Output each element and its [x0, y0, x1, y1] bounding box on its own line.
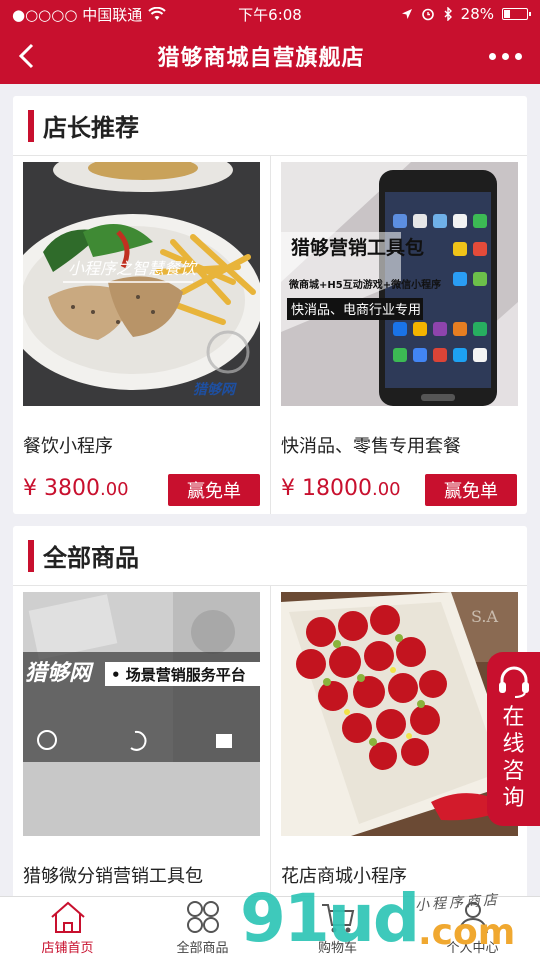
more-dot-icon — [488, 52, 496, 60]
section-accent-bar — [28, 109, 34, 142]
tab-label: 购物车 — [317, 941, 357, 956]
product-card[interactable]: 小程序之智慧餐饮 猎够网 餐饮小程序 ¥ 3800.00 赢免单 — [13, 156, 270, 514]
win-free-button[interactable]: 赢免单 — [425, 474, 517, 506]
product-image-toolkit[interactable]: 猎够营销工具包 微商城+H5互动游戏+微信小程序 快消品、电商行业专用 — [281, 162, 518, 406]
user-icon — [457, 902, 488, 934]
product-card[interactable]: 猎够营销工具包 微商城+H5互动游戏+微信小程序 快消品、电商行业专用 快消品、… — [270, 156, 527, 514]
online-consult-button[interactable]: 在线咨询 — [487, 652, 540, 826]
tab-label: 店铺首页 — [41, 941, 94, 956]
nav-bar: 猎够商城自营旗舰店 — [0, 28, 540, 84]
product-name: 快消品、零售专用套餐 — [281, 436, 461, 457]
recommend-section: 店长推荐 小程序之智慧餐饮 猎够网 餐饮小程序 ¥ 3800.00 赢免单 猎够… — [13, 96, 527, 514]
image-slogan: • 场景营销服务平台 — [111, 666, 246, 684]
image-title: 猎够营销工具包 — [291, 236, 424, 259]
headset-icon — [498, 666, 529, 698]
product-price: ¥ 3800.00 — [23, 476, 129, 501]
tab-label: 全部商品 — [176, 941, 229, 956]
product-price: ¥ 18000.00 — [281, 476, 401, 501]
image-tagline: 快消品、电商行业专用 — [291, 303, 421, 318]
product-name: 猎够微分销营销工具包 — [23, 866, 203, 887]
battery-percent: 28% — [460, 5, 494, 23]
product-image-marketing[interactable]: 猎够网 • 场景营销服务平台 — [23, 592, 260, 836]
more-dot-icon — [514, 52, 522, 60]
price-integer: 3800 — [44, 476, 100, 501]
section-title: 店长推荐 — [43, 114, 139, 142]
back-button[interactable] — [0, 28, 52, 84]
product-name: 花店商城小程序 — [281, 866, 407, 887]
section-header: 全部商品 — [13, 526, 527, 586]
tab-cart[interactable]: 购物车 — [270, 897, 405, 960]
battery-icon — [502, 8, 531, 20]
tab-home[interactable]: 店铺首页 — [0, 897, 135, 960]
status-bar: ●○○○○ 中国联通 下午6:08 28% — [0, 0, 540, 28]
win-free-button[interactable]: 赢免单 — [168, 474, 260, 506]
currency-symbol: ¥ — [281, 476, 295, 501]
chevron-left-icon — [18, 43, 34, 69]
page-title: 猎够商城自营旗舰店 — [157, 46, 365, 71]
consult-label: 在线咨询 — [502, 705, 525, 811]
section-accent-bar — [28, 539, 34, 572]
carrier-label: ●○○○○ 中国联通 — [12, 5, 143, 24]
bluetooth-icon — [444, 7, 452, 21]
more-dot-icon — [501, 52, 509, 60]
price-decimal: .00 — [100, 479, 129, 500]
image-caption: 小程序之智慧餐饮 — [68, 259, 198, 278]
image-subtitle: 微商城+H5互动游戏+微信小程序 — [288, 278, 441, 291]
svg-text:猎够网: 猎够网 — [193, 381, 237, 398]
tab-all-products[interactable]: 全部商品 — [135, 897, 270, 960]
clock: 下午6:08 — [238, 5, 302, 24]
tab-profile[interactable]: 个人中心 — [405, 897, 540, 960]
image-brand: 猎够网 — [25, 661, 94, 686]
svg-text:S.A: S.A — [471, 607, 498, 626]
grid-icon — [186, 901, 219, 933]
tab-label: 个人中心 — [446, 941, 499, 956]
section-title: 全部商品 — [43, 544, 139, 572]
home-icon — [50, 901, 85, 933]
all-products-section: 全部商品 猎够网 • 场景营销服务平台 猎够微分销营销工具包 S.A 花店商城小… — [13, 526, 527, 906]
tab-bar: 店铺首页 全部商品 购物车 个人中心 — [0, 896, 540, 960]
product-name: 餐饮小程序 — [23, 436, 113, 457]
section-header: 店长推荐 — [13, 96, 527, 156]
product-image-flowers[interactable]: S.A — [281, 592, 518, 836]
product-card[interactable]: 猎够网 • 场景营销服务平台 猎够微分销营销工具包 — [13, 586, 270, 906]
location-icon — [401, 9, 412, 19]
more-button[interactable] — [470, 28, 540, 84]
cart-icon — [321, 904, 354, 933]
price-decimal: .00 — [372, 479, 401, 500]
alarm-icon — [421, 8, 434, 21]
wifi-icon — [148, 7, 166, 20]
price-integer: 18000 — [302, 476, 372, 501]
product-image-food[interactable]: 小程序之智慧餐饮 猎够网 — [23, 162, 260, 406]
currency-symbol: ¥ — [23, 476, 37, 501]
